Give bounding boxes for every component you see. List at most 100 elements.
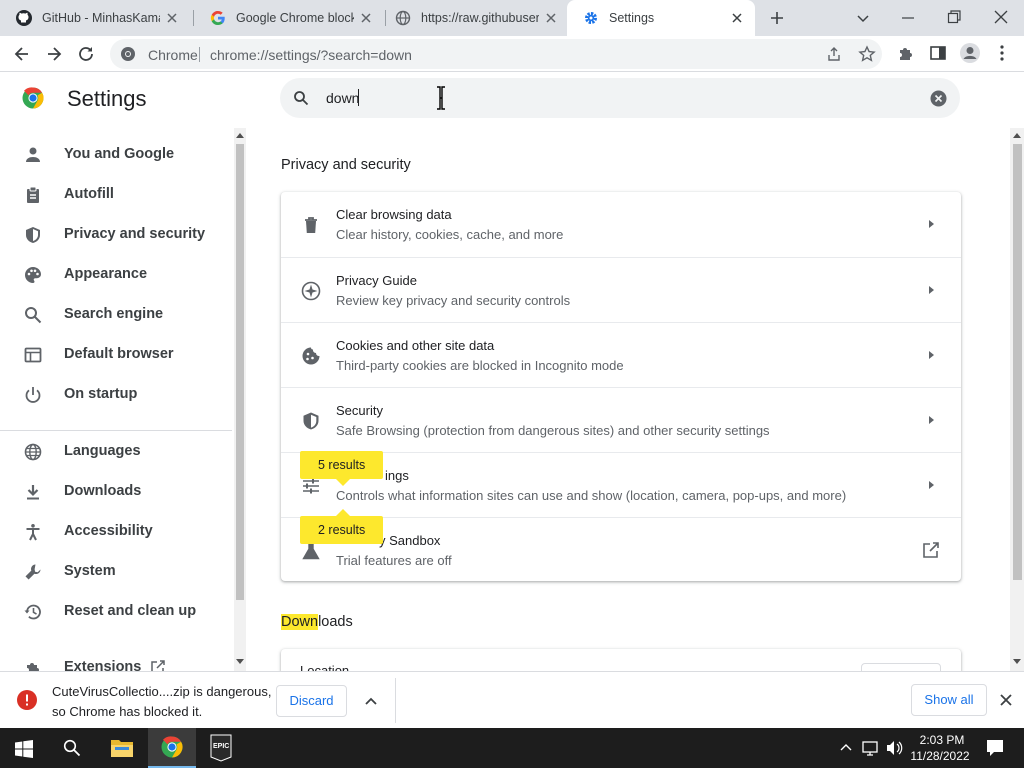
flask-icon [301,541,321,561]
omnibox-divider [199,47,200,62]
row-security[interactable]: Security Safe Browsing (protection from … [281,387,961,452]
tab-github[interactable]: GitHub - MinhasKamal/ [0,0,190,36]
network-icon[interactable] [862,739,880,757]
scroll-down-arrow-icon[interactable] [236,659,244,665]
settings-gear-icon [583,10,599,26]
file-explorer-icon[interactable] [110,737,134,759]
side-panel-icon[interactable] [929,44,947,62]
sidebar-item-label: Default browser [64,346,174,362]
scroll-down-arrow-icon[interactable] [1013,659,1021,665]
share-icon[interactable] [826,46,842,62]
sidebar-item-autofill[interactable]: Autofill [0,174,232,214]
clock-date[interactable]: 11/28/2022 [906,749,974,763]
extensions-icon[interactable] [897,44,915,62]
sidebar-item-appearance[interactable]: Appearance [0,254,232,294]
search-icon[interactable] [63,739,81,757]
row-privacy-guide[interactable]: Privacy Guide Review key privacy and sec… [281,257,961,322]
close-icon[interactable] [164,10,180,26]
download-icon [24,483,42,501]
scroll-up-arrow-icon[interactable] [1013,132,1021,138]
row-clear-browsing-data[interactable]: Clear browsing data Clear history, cooki… [281,192,961,257]
clock-time[interactable]: 2:03 PM [912,733,972,747]
row-title: y Sandbox [379,533,441,548]
volume-icon[interactable] [885,739,903,757]
sidebar-item-on-startup[interactable]: On startup [0,374,232,414]
tab-settings[interactable]: Settings [567,0,755,36]
origin-chip: Chrome [148,47,198,63]
open-in-new-icon[interactable] [922,541,940,559]
sidebar-item-downloads[interactable]: Downloads [0,471,232,511]
tray-chevron-up-icon[interactable] [840,742,852,752]
sidebar-item-system[interactable]: System [0,551,232,591]
restore-icon[interactable] [946,9,962,25]
profile-avatar-icon[interactable] [959,42,981,64]
row-title: Privacy Guide [336,273,417,288]
section-title: Privacy and security [281,157,411,173]
clear-search-icon[interactable] [930,90,947,107]
epic-games-icon[interactable]: EPIC [210,734,232,762]
windows-start-icon[interactable] [15,740,33,758]
tab-title: GitHub - MinhasKamal/ [42,11,160,25]
tab-title: Google Chrome blocks [236,11,354,25]
sidebar-item-you-and-google[interactable]: You and Google [0,134,232,174]
close-icon[interactable] [999,693,1013,707]
arrow-right-icon [926,414,936,426]
scrollbar-thumb[interactable] [236,144,244,600]
discard-button[interactable]: Discard [276,685,347,717]
sidebar-scrollbar[interactable] [234,128,246,671]
menu-kebab-icon[interactable] [994,44,1010,62]
chevron-up-icon[interactable] [364,694,378,708]
open-in-new-icon [150,659,166,671]
sidebar-item-accessibility[interactable]: Accessibility [0,511,232,551]
chrome-icon [120,46,136,62]
sidebar-item-label: You and Google [64,146,175,162]
globe-icon [24,443,42,461]
sidebar-item-label: Search engine [64,306,164,322]
settings-search-box[interactable]: down [280,78,960,118]
scroll-up-arrow-icon[interactable] [236,132,244,138]
change-button[interactable] [861,663,941,671]
sidebar-item-search-engine[interactable]: Search engine [0,294,232,334]
close-icon[interactable] [358,10,374,26]
main-scrollbar[interactable] [1010,128,1024,671]
google-icon [210,10,226,26]
row-title: Cookies and other site data [336,338,495,353]
tab-raw-github[interactable]: https://raw.githubuserc [379,0,569,36]
sidebar-item-languages[interactable]: Languages [0,431,232,471]
reload-icon[interactable] [76,44,96,64]
back-icon[interactable] [12,44,32,64]
location-label: Location [300,663,350,671]
tab-google[interactable]: Google Chrome blocks [194,0,384,36]
new-tab-icon[interactable] [768,9,786,27]
heading-rest: loads [318,614,353,630]
downloads-section-title: Downloads [281,614,353,630]
sidebar-item-default-browser[interactable]: Default browser [0,334,232,374]
chrome-icon [161,736,183,758]
row-cookies[interactable]: Cookies and other site data Third-party … [281,322,961,387]
sidebar-item-privacy[interactable]: Privacy and security [0,214,232,254]
taskbar-chrome-button[interactable] [148,728,196,768]
close-icon[interactable] [543,10,559,26]
address-bar[interactable]: Chrome chrome://settings/?search=down [110,39,882,69]
chrome-logo-icon [22,87,44,109]
sidebar-item-reset[interactable]: Reset and clean up [0,591,232,631]
browser-icon [24,346,42,364]
text-caret [358,89,359,106]
close-icon[interactable] [729,10,745,26]
tab-search-chevron-icon[interactable] [855,10,871,26]
sidebar-item-label: System [64,563,116,579]
wrench-icon [24,563,42,581]
url-text[interactable]: chrome://settings/?search=down [210,47,412,63]
sidebar-item-extensions[interactable]: Extensions [0,647,232,671]
notification-center-icon[interactable] [985,738,1005,758]
sidebar-item-label: Reset and clean up [64,603,197,619]
forward-icon[interactable] [44,44,64,64]
minimize-icon[interactable] [900,10,916,26]
show-all-button[interactable]: Show all [911,684,987,716]
bookmark-star-icon[interactable] [858,45,876,63]
window-close-icon[interactable] [992,8,1010,26]
download-warning-line1: CuteVirusCollectio....zip is dangerous, [52,684,272,699]
search-input[interactable]: down [326,90,359,106]
row-subtitle: Third-party cookies are blocked in Incog… [336,358,624,373]
scrollbar-thumb[interactable] [1013,144,1022,580]
